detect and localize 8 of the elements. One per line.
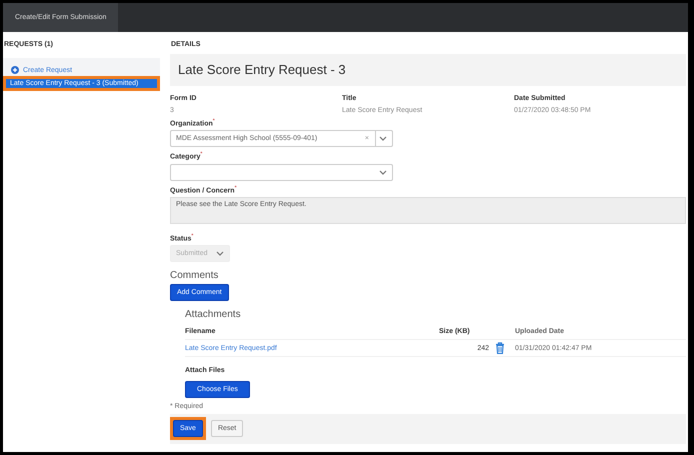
- section-heading: Attachments: [185, 309, 242, 320]
- request-title: Late Score Entry Request - 3: [170, 54, 686, 86]
- plus-circle-icon: [11, 66, 19, 74]
- chevron-icon: [216, 250, 224, 258]
- chevron-icon: [379, 168, 387, 176]
- chevron-icon: [379, 135, 387, 142]
- section-heading: Comments: [170, 270, 218, 282]
- trash-icon[interactable]: [495, 342, 505, 354]
